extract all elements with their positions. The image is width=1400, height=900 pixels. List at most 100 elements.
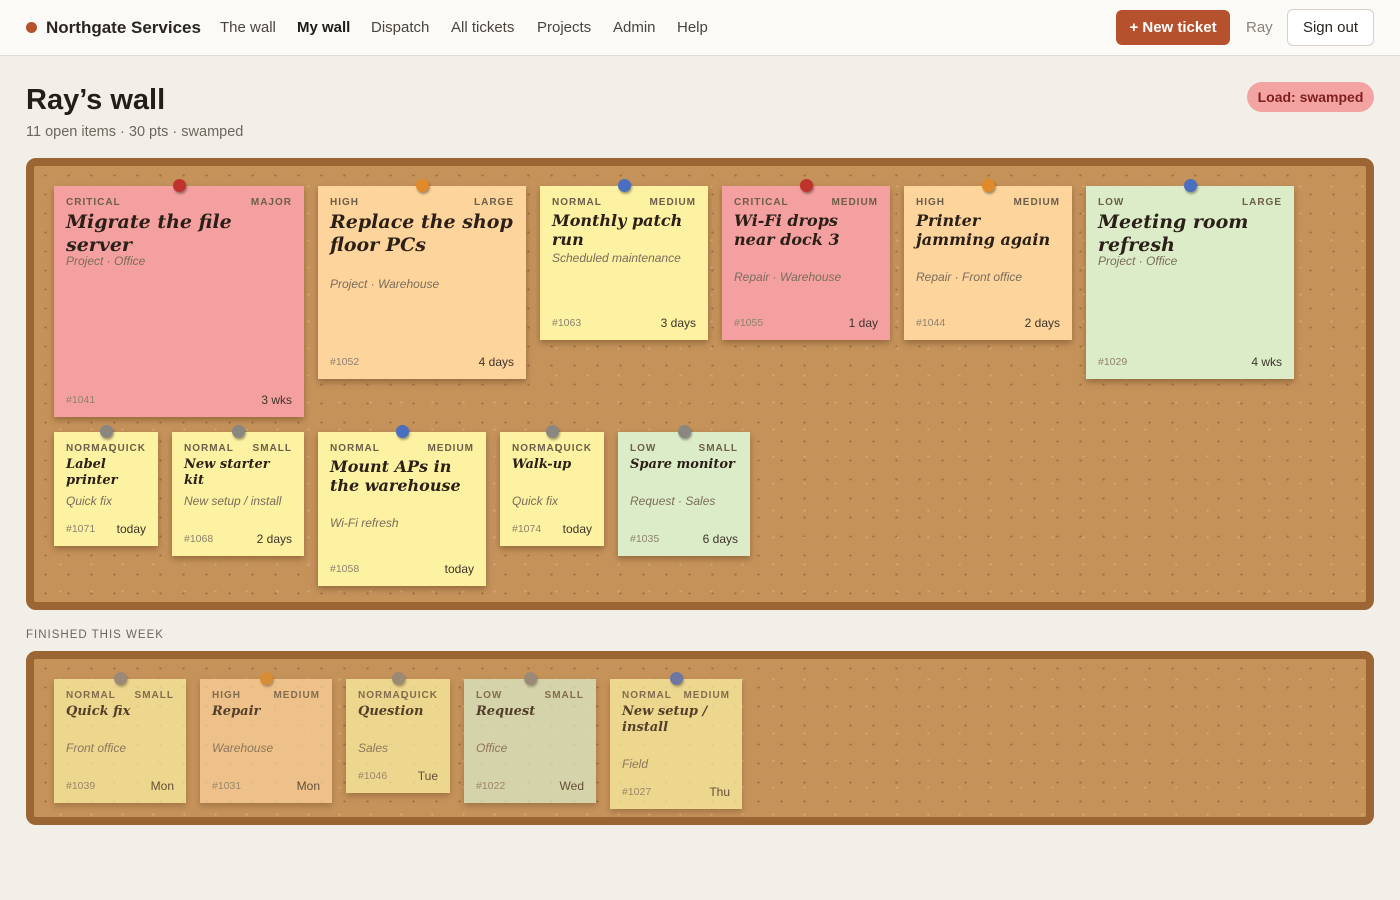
ticket-priority: NORMAL [184,443,234,454]
ticket-note[interactable]: NORMAL MEDIUM Mount APs in the warehouse Wi… [318,425,486,586]
ticket-note[interactable]: LOW LARGE Meeting room refresh Project · Of… [1086,179,1294,379]
nav-link-dispatch[interactable]: Dispatch [371,19,429,36]
ticket-category: Field [622,757,649,771]
nav-link-admin[interactable]: Admin [613,19,656,36]
ticket-note[interactable]: CRITICAL MEDIUM Wi-Fi drops near dock 3 Rep… [722,179,890,340]
ticket-age: today [562,522,592,536]
ticket-category: Repair · Front office [916,270,1023,284]
ticket-priority: NORMAL [330,443,380,454]
ticket-age: 1 day [848,316,878,330]
finished-ticket-note[interactable]: HIGH MEDIUM Repair Warehouse #1031 Mon [200,672,332,803]
ticket-note[interactable]: HIGH LARGE Replace the shop floor PCs Proje… [318,179,526,379]
ticket-id: #1055 [734,317,764,329]
ticket-priority: LOW [476,690,503,701]
new-ticket-button[interactable]: + New ticket [1116,10,1230,45]
ticket-title: Meeting room refresh [1098,211,1249,256]
ticket-category: Scheduled maintenance [552,251,681,265]
ticket-age: today [116,522,146,536]
pushpin-icon [100,425,113,438]
ticket-priority: HIGH [212,690,241,701]
pushpin-icon [173,179,186,192]
ticket-size: MEDIUM [273,690,320,701]
ticket-priority: NORMAL [66,690,116,701]
ticket-id: #1044 [916,317,946,329]
ticket-age: 3 days [660,316,696,330]
ticket-size: MAJOR [250,197,292,208]
current-user: Ray [1246,19,1273,36]
ticket-category: Sales [358,741,389,755]
ticket-category: Project · Warehouse [330,277,440,291]
finished-ticket-note[interactable]: NORMAL QUICK Question Sales #1046 Tue [346,672,450,793]
ticket-priority: LOW [630,443,657,454]
ticket-age: Mon [296,779,320,793]
ticket-size: QUICK [400,690,438,701]
sign-out-button[interactable]: Sign out [1287,9,1374,46]
pushpin-icon [546,425,559,438]
ticket-note[interactable]: LOW SMALL Spare monitor Request · Sales #103… [618,425,750,556]
load-status-badge: Load: swamped [1247,82,1374,112]
ticket-note[interactable]: NORMAL QUICK Walk-up Quick fix #1074 today [500,425,604,546]
pushpin-icon [232,425,245,438]
ticket-id: #1068 [184,533,214,545]
pushpin-icon [392,672,405,685]
nav-link-my-wall[interactable]: My wall [297,19,350,36]
ticket-note[interactable]: NORMAL MEDIUM Monthly patch run Scheduled m… [540,179,708,340]
ticket-category: Repair · Warehouse [734,270,842,284]
ticket-title: Migrate the file server [66,211,232,256]
ticket-age: 4 days [478,355,514,369]
finished-ticket-note[interactable]: LOW SMALL Request Office #1022 Wed [464,672,596,803]
ticket-note[interactable]: HIGH MEDIUM Printer jamming again Repair · … [904,179,1072,340]
ticket-id: #1046 [358,770,388,782]
nav-link-all-tickets[interactable]: All tickets [451,19,514,36]
ticket-priority: CRITICAL [66,197,121,208]
ticket-id: #1035 [630,533,660,545]
ticket-age: 4 wks [1251,355,1282,369]
ticket-title: Mount APs in the warehouse [330,457,461,496]
ticket-category: Project · Office [1098,254,1178,268]
pushpin-icon [618,179,631,192]
ticket-title: Walk-up [512,457,572,472]
ticket-title: Repair [212,704,261,719]
nav-link-the-wall[interactable]: The wall [220,19,276,36]
ticket-id: #1058 [330,563,360,575]
ticket-size: SMALL [544,690,584,701]
ticket-title: Quick fix [66,704,131,719]
ticket-age: 2 days [1024,316,1060,330]
ticket-category: Quick fix [512,494,559,508]
finished-ticket-note[interactable]: NORMAL SMALL Quick fix Front office #1039 Mon [54,672,186,803]
ticket-size: QUICK [554,443,592,454]
ticket-title: Label printer [66,457,118,488]
pushpin-icon [396,425,409,438]
ticket-age: today [444,562,474,576]
ticket-age: Wed [559,779,584,793]
ticket-title: Monthly patch run [552,211,683,250]
ticket-age: Mon [150,779,174,793]
ticket-size: SMALL [134,690,174,701]
brand-name[interactable]: Northgate Services [46,18,201,38]
pushpin-icon [114,672,127,685]
ticket-title: Wi-Fi drops near dock 3 [734,211,840,250]
pushpin-icon [416,179,429,192]
ticket-category: Warehouse [212,741,274,755]
ticket-id: #1027 [622,786,652,798]
finished-ticket-note[interactable]: NORMAL MEDIUM New setup / install Field #102… [610,672,742,809]
ticket-note[interactable]: CRITICAL MAJOR Migrate the file server Proj… [54,179,304,417]
ticket-id: #1031 [212,780,242,792]
page-title: Ray’s wall [26,84,166,116]
ticket-priority: LOW [1098,197,1125,208]
ticket-priority: HIGH [330,197,359,208]
brand-dot-icon [26,22,37,33]
ticket-note[interactable]: NORMAL QUICK Label printer Quick fix #1071 to… [54,425,158,546]
ticket-category: Request · Sales [630,494,716,508]
pushpin-icon [1184,179,1197,192]
ticket-title: Printer jamming again [916,211,1051,250]
ticket-id: #1074 [512,523,542,535]
ticket-note[interactable]: NORMAL SMALL New starter kit New setup / in… [172,425,304,556]
ticket-size: LARGE [474,197,514,208]
ticket-size: QUICK [108,443,146,454]
page-subtitle: 11 open items · 30 pts · swamped [26,124,244,140]
nav-link-projects[interactable]: Projects [537,19,591,36]
ticket-size: LARGE [1242,197,1282,208]
nav-link-help[interactable]: Help [677,19,708,36]
ticket-title: Question [358,704,424,719]
